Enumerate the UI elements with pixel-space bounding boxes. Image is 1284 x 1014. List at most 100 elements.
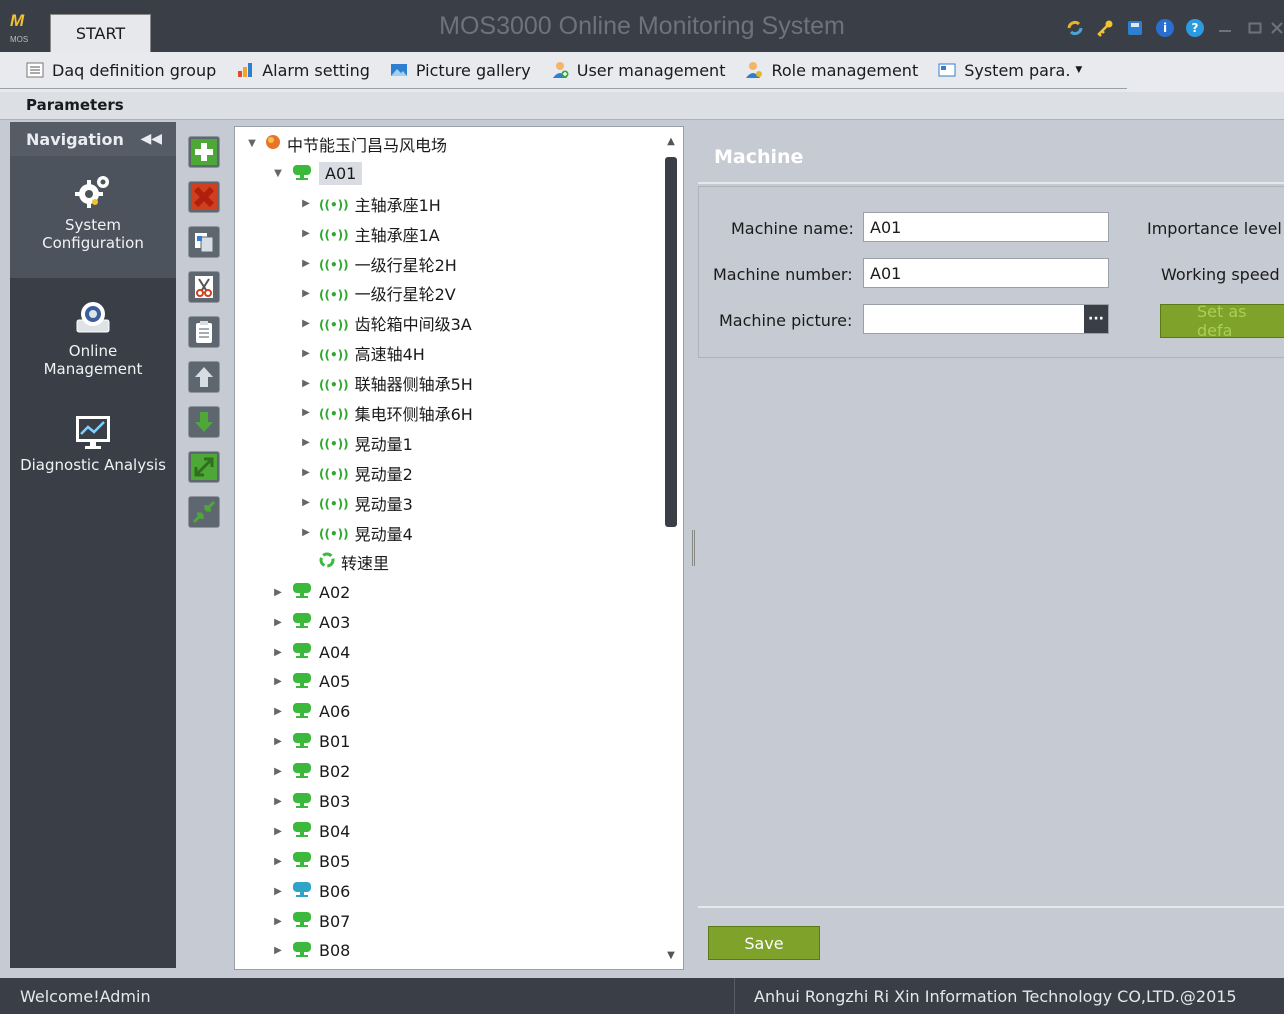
system-para-dropdown[interactable]: System para. ▼ — [938, 61, 1082, 80]
delete-node-button[interactable] — [188, 181, 220, 213]
tree-sensor-node[interactable]: ▶ ((•)) 晃动量1 — [235, 428, 659, 458]
tree-machine-node[interactable]: ▶ B08 — [235, 936, 659, 966]
refresh-icon[interactable] — [1060, 14, 1090, 42]
tree-sensor-node[interactable]: ▶ ((•)) 主轴承座1H — [235, 189, 659, 219]
collapse-all-button[interactable] — [188, 496, 220, 528]
set-as-default-button[interactable]: Set as defa — [1160, 302, 1284, 340]
collapsed-arrow-icon[interactable]: ▶ — [271, 886, 285, 897]
copy-node-button[interactable] — [188, 226, 220, 258]
cut-node-button[interactable] — [188, 271, 220, 303]
add-node-button[interactable] — [188, 136, 220, 168]
tree-machine-node[interactable]: ▶ B01 — [235, 727, 659, 757]
collapsed-arrow-icon[interactable]: ▶ — [299, 348, 313, 359]
help-icon[interactable]: ? — [1180, 14, 1210, 42]
collapsed-arrow-icon[interactable]: ▶ — [299, 258, 313, 269]
machine-number-input[interactable] — [863, 258, 1109, 288]
collapsed-arrow-icon[interactable]: ▶ — [299, 437, 313, 448]
save-disk-icon[interactable] — [1120, 14, 1150, 42]
collapsed-arrow-icon[interactable]: ▶ — [299, 318, 313, 329]
tree-root-node[interactable]: ▼ 中节能玉门昌马风电场 — [235, 129, 659, 159]
close-icon[interactable] — [1270, 14, 1284, 42]
minimize-icon[interactable] — [1210, 14, 1240, 42]
expanded-arrow-icon[interactable]: ▼ — [271, 168, 285, 179]
user-management-button[interactable]: User management — [551, 61, 725, 80]
tree-scrollbar[interactable]: ▲ ▼ — [659, 127, 683, 969]
panel-splitter[interactable] — [692, 530, 695, 566]
tree-sensor-node[interactable]: ▶ ((•)) 一级行星轮2V — [235, 278, 659, 308]
collapsed-arrow-icon[interactable]: ▶ — [271, 617, 285, 628]
tree-machine-node[interactable]: ▶ A03 — [235, 607, 659, 637]
machine-name-input[interactable] — [863, 212, 1109, 242]
move-up-button[interactable] — [188, 361, 220, 393]
tree-sensor-node[interactable]: ▶ ((•)) 联轴器侧轴承5H — [235, 368, 659, 398]
tree-machine-node[interactable]: ▶ B03 — [235, 787, 659, 817]
nav-online-management[interactable]: Online Management — [10, 278, 176, 402]
collapse-icon[interactable]: ◀◀ — [140, 131, 162, 147]
tree-speed-node[interactable]: 转速里 — [235, 547, 659, 577]
tree-sensor-node-label: 联轴器侧轴承5H — [354, 375, 473, 395]
info-icon[interactable]: i — [1150, 14, 1180, 42]
collapsed-arrow-icon[interactable]: ▶ — [271, 916, 285, 927]
collapsed-arrow-icon[interactable]: ▶ — [299, 288, 313, 299]
status-separator — [734, 978, 735, 1014]
tree-sensor-node[interactable]: ▶ ((•)) 晃动量2 — [235, 458, 659, 488]
picture-gallery-button[interactable]: Picture gallery — [390, 61, 531, 80]
maximize-icon[interactable] — [1240, 14, 1270, 42]
tree-machine-node[interactable]: ▶ B04 — [235, 816, 659, 846]
scroll-down-icon[interactable]: ▼ — [659, 945, 683, 965]
collapsed-arrow-icon[interactable]: ▶ — [299, 497, 313, 508]
save-button[interactable]: Save — [708, 926, 820, 960]
nav-system-configuration[interactable]: System Configuration — [10, 156, 176, 278]
tree-sensor-node[interactable]: ▶ ((•)) 高速轴4H — [235, 338, 659, 368]
tree-sensor-node[interactable]: ▶ ((•)) 集电环侧轴承6H — [235, 398, 659, 428]
chevron-down-icon: ▼ — [1075, 65, 1083, 75]
nav-diagnostic-analysis[interactable]: Diagnostic Analysis — [10, 402, 176, 502]
collapsed-arrow-icon[interactable]: ▶ — [271, 706, 285, 717]
browse-picture-button[interactable]: ··· — [1084, 305, 1108, 333]
move-down-button[interactable] — [188, 406, 220, 438]
collapsed-arrow-icon[interactable]: ▶ — [271, 796, 285, 807]
collapsed-arrow-icon[interactable]: ▶ — [299, 228, 313, 239]
tree-machine-node[interactable]: ▶ A05 — [235, 667, 659, 697]
collapsed-arrow-icon[interactable]: ▶ — [299, 527, 313, 538]
role-management-button[interactable]: Role management — [745, 61, 918, 80]
tree-machine-node[interactable]: ▶ B07 — [235, 906, 659, 936]
importance-level-label: Importance level — [1147, 219, 1282, 238]
machine-picture-input[interactable] — [863, 304, 1109, 334]
tree-machine-node-label: B08 — [319, 941, 351, 961]
key-icon[interactable] — [1090, 14, 1120, 42]
collapsed-arrow-icon[interactable]: ▶ — [299, 198, 313, 209]
tree-sensor-node[interactable]: ▶ ((•)) 一级行星轮2H — [235, 249, 659, 279]
expanded-arrow-icon[interactable]: ▼ — [245, 138, 259, 149]
collapsed-arrow-icon[interactable]: ▶ — [271, 736, 285, 747]
tree-machine-node[interactable]: ▶ B02 — [235, 757, 659, 787]
collapsed-arrow-icon[interactable]: ▶ — [299, 467, 313, 478]
alarm-setting-button[interactable]: Alarm setting — [236, 61, 370, 80]
tree-sensor-node[interactable]: ▶ ((•)) 晃动量4 — [235, 518, 659, 548]
tree-sensor-node[interactable]: ▶ ((•)) 齿轮箱中间级3A — [235, 308, 659, 338]
machine-icon — [291, 941, 313, 961]
collapsed-arrow-icon[interactable]: ▶ — [271, 647, 285, 658]
collapsed-arrow-icon[interactable]: ▶ — [271, 676, 285, 687]
daq-definition-group-button[interactable]: Daq definition group — [26, 61, 216, 80]
tree-sensor-node-label: 晃动量3 — [354, 494, 413, 514]
tree-machine-node[interactable]: ▶ A06 — [235, 697, 659, 727]
tree-machine-node[interactable]: ▶ A04 — [235, 637, 659, 667]
collapsed-arrow-icon[interactable]: ▶ — [271, 766, 285, 777]
scroll-up-icon[interactable]: ▲ — [659, 131, 683, 151]
collapsed-arrow-icon[interactable]: ▶ — [271, 945, 285, 956]
tree-sensor-node[interactable]: ▶ ((•)) 主轴承座1A — [235, 219, 659, 249]
collapsed-arrow-icon[interactable]: ▶ — [271, 587, 285, 598]
tree-machine-node[interactable]: ▶ B05 — [235, 846, 659, 876]
tree-machine-node[interactable]: ▶ B06 — [235, 876, 659, 906]
tree-machine-node[interactable]: ▶ A02 — [235, 577, 659, 607]
collapsed-arrow-icon[interactable]: ▶ — [271, 826, 285, 837]
collapsed-arrow-icon[interactable]: ▶ — [299, 378, 313, 389]
collapsed-arrow-icon[interactable]: ▶ — [299, 407, 313, 418]
collapsed-arrow-icon[interactable]: ▶ — [271, 856, 285, 867]
paste-node-button[interactable] — [188, 316, 220, 348]
expand-all-button[interactable] — [188, 451, 220, 483]
tree-sensor-node[interactable]: ▶ ((•)) 晃动量3 — [235, 488, 659, 518]
scroll-thumb[interactable] — [665, 157, 677, 527]
tree-node-a01[interactable]: ▼ A01 — [235, 159, 659, 189]
